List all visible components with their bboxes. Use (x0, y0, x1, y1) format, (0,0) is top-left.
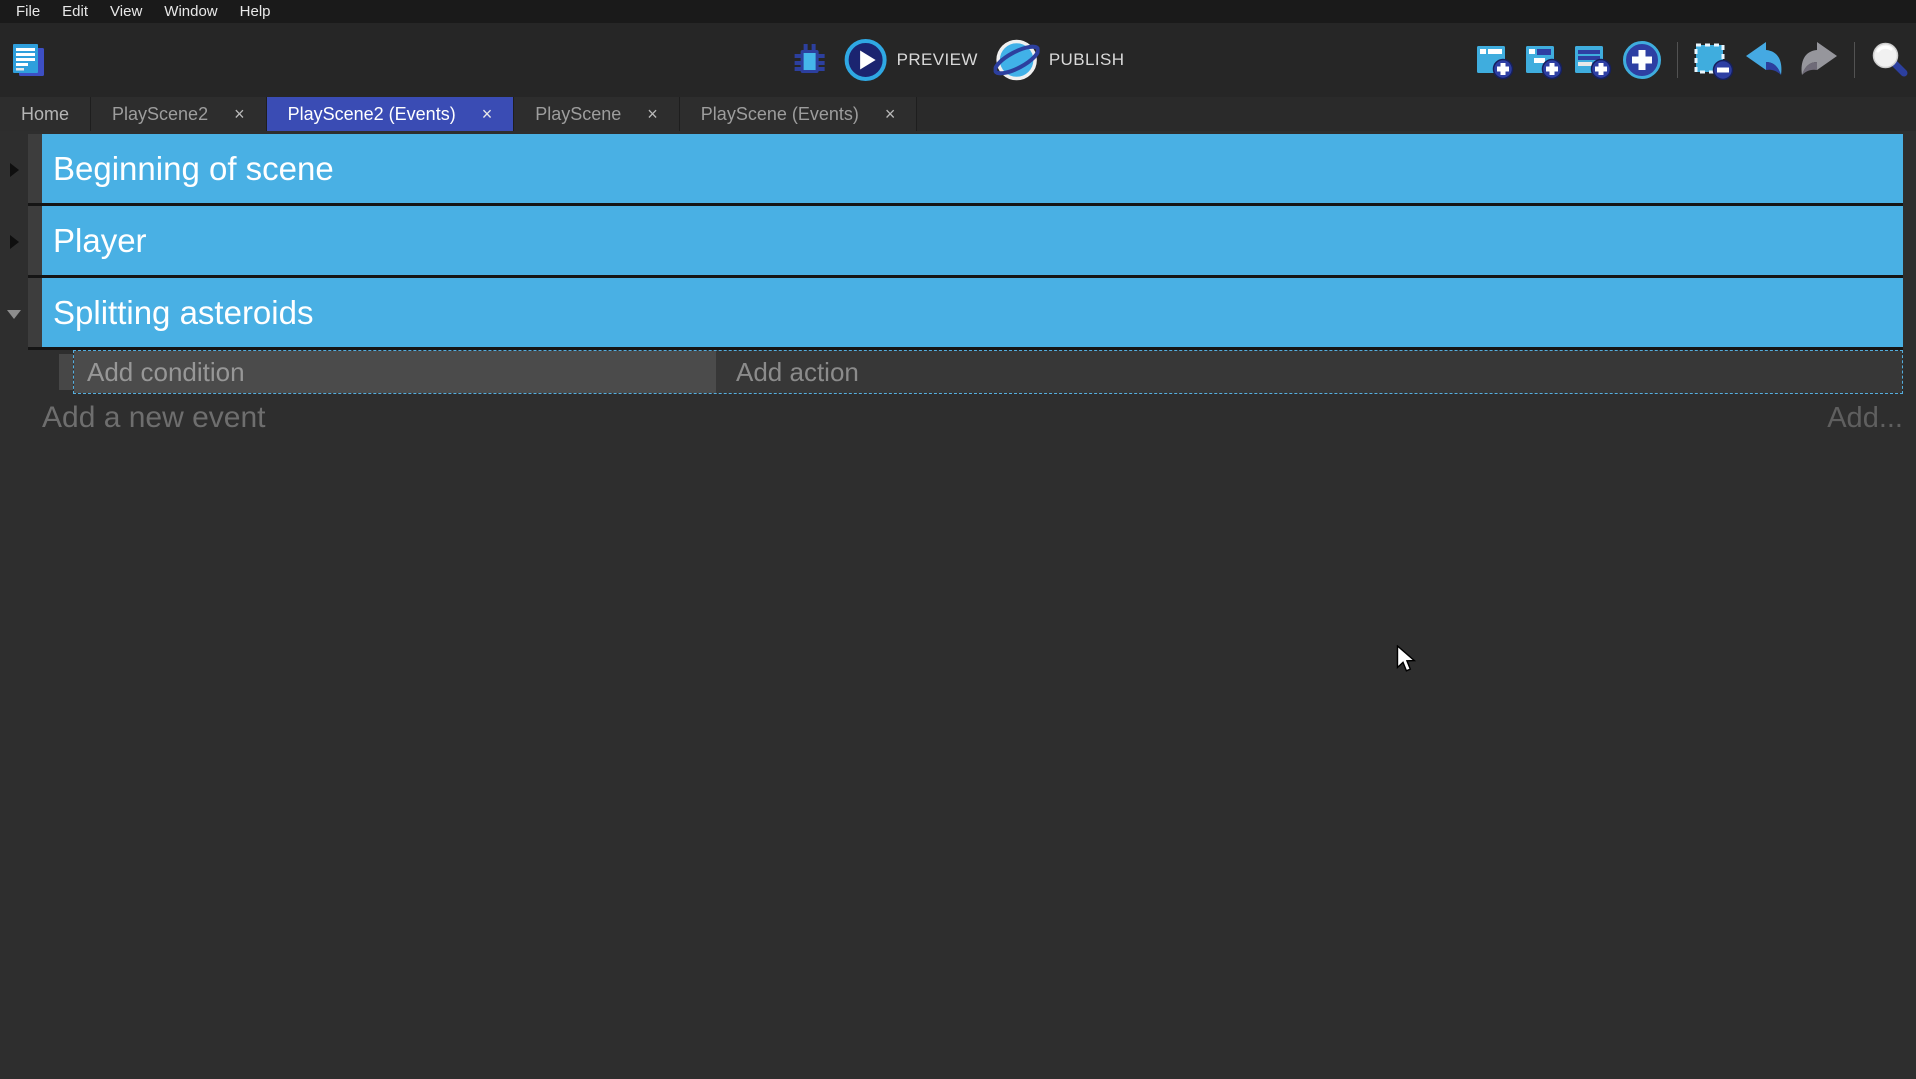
event-group-beginning-of-scene: Beginning of scene (0, 134, 1916, 206)
tab-playscene2[interactable]: PlayScene2 × (91, 97, 267, 131)
close-icon[interactable]: × (647, 105, 658, 123)
add-comment-icon[interactable] (1572, 40, 1612, 80)
expand-toggle[interactable] (0, 134, 28, 206)
event-drag-handle[interactable] (59, 354, 73, 390)
publish-label: PUBLISH (1049, 50, 1125, 70)
close-icon[interactable]: × (234, 105, 245, 123)
event-group-bar[interactable]: Splitting asteroids (42, 278, 1903, 347)
search-icon[interactable] (1869, 40, 1909, 80)
add-new-event-button[interactable]: Add a new event (42, 401, 266, 435)
close-icon[interactable]: × (482, 105, 493, 123)
tab-playscene2-events[interactable]: PlayScene2 (Events) × (267, 97, 515, 131)
add-condition-button[interactable]: Add condition (74, 351, 716, 393)
tab-label: PlayScene2 (Events) (288, 104, 456, 125)
tab-bar: Home PlayScene2 × PlayScene2 (Events) × … (0, 97, 1916, 131)
chevron-down-icon (7, 310, 21, 319)
play-icon (844, 38, 888, 82)
add-more-button[interactable]: Add... (1827, 402, 1903, 435)
event-gutter[interactable] (28, 278, 42, 347)
event-group-splitting-asteroids: Splitting asteroids (0, 278, 1916, 350)
toolbar-separator (1677, 42, 1678, 78)
globe-icon (994, 37, 1040, 83)
toolbar-separator (1854, 42, 1855, 78)
publish-button[interactable]: PUBLISH (994, 37, 1125, 83)
collapse-toggle[interactable] (0, 278, 28, 350)
menu-item-help[interactable]: Help (229, 0, 282, 23)
event-group-player: Player (0, 206, 1916, 278)
chevron-right-icon (10, 163, 19, 177)
tab-label: PlayScene (535, 104, 621, 125)
event-gutter[interactable] (28, 206, 42, 275)
expand-toggle[interactable] (0, 206, 28, 278)
event-group-bar[interactable]: Beginning of scene (42, 134, 1903, 203)
undo-icon[interactable] (1743, 40, 1787, 80)
events-sheet: Beginning of scene Player Splitting aste… (0, 131, 1916, 1079)
add-subevent-icon[interactable] (1523, 40, 1563, 80)
add-circle-icon[interactable] (1621, 39, 1663, 81)
menu-item-window[interactable]: Window (153, 0, 228, 23)
add-event-icon[interactable] (1474, 40, 1514, 80)
debugger-icon[interactable] (792, 42, 828, 78)
chevron-right-icon (10, 235, 19, 249)
event-selection-outline: Add condition Add action (73, 350, 1903, 394)
menu-bar: File Edit View Window Help (0, 0, 1916, 23)
event-group-bar[interactable]: Player (42, 206, 1903, 275)
selected-event-row: Add condition Add action (59, 350, 1903, 394)
tab-home[interactable]: Home (0, 97, 91, 131)
main-toolbar: PREVIEW PUBLISH (0, 23, 1916, 97)
add-event-row: Add a new event Add... (0, 394, 1916, 442)
tab-label: Home (21, 104, 69, 125)
tab-playscene[interactable]: PlayScene × (514, 97, 680, 131)
tab-label: PlayScene2 (112, 104, 208, 125)
menu-item-edit[interactable]: Edit (51, 0, 99, 23)
event-gutter[interactable] (28, 134, 42, 203)
tab-playscene-events[interactable]: PlayScene (Events) × (680, 97, 918, 131)
remove-selection-icon[interactable] (1692, 40, 1734, 80)
preview-button[interactable]: PREVIEW (844, 38, 978, 82)
tab-label: PlayScene (Events) (701, 104, 859, 125)
app-logo-icon[interactable] (9, 41, 47, 79)
add-action-button[interactable]: Add action (716, 351, 1902, 393)
menu-item-file[interactable]: File (5, 0, 51, 23)
close-icon[interactable]: × (885, 105, 896, 123)
preview-label: PREVIEW (897, 50, 978, 70)
redo-icon[interactable] (1796, 40, 1840, 80)
menu-item-view[interactable]: View (99, 0, 153, 23)
